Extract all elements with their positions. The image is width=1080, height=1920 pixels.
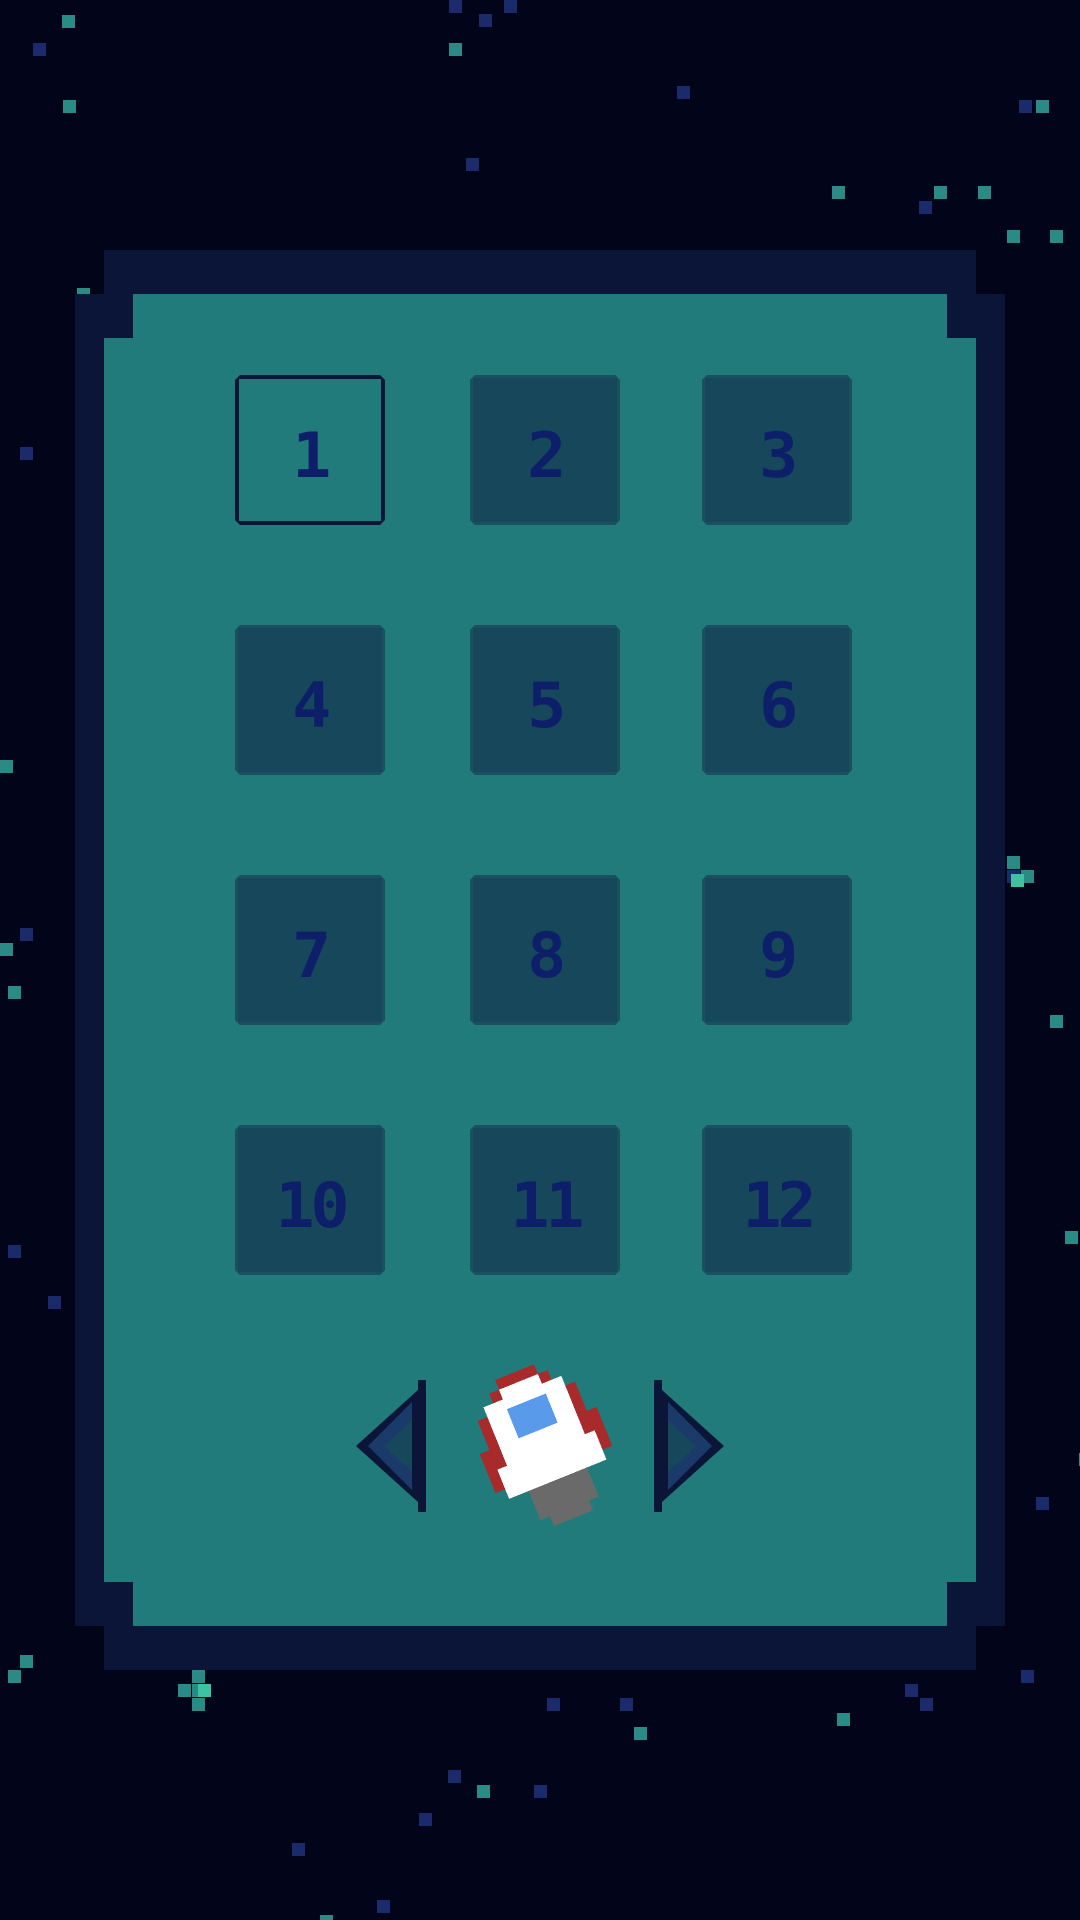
- star: [8, 986, 21, 999]
- level-number: 12: [742, 1169, 812, 1242]
- level-number: 6: [759, 669, 795, 742]
- star: [934, 186, 947, 199]
- star: [1036, 1497, 1049, 1510]
- star: [33, 43, 46, 56]
- star: [0, 760, 13, 773]
- star: [905, 1684, 918, 1697]
- star: [419, 1813, 432, 1826]
- game-screen: 1 2 3 4 5 6 7 8 9 10 11 12: [0, 0, 1080, 1920]
- star: [479, 14, 492, 27]
- arrow-right-icon: [654, 1380, 724, 1512]
- level-button-11[interactable]: 11: [470, 1125, 620, 1275]
- level-number: 9: [759, 919, 795, 992]
- star: [1019, 100, 1032, 113]
- next-ship-button[interactable]: [654, 1380, 726, 1512]
- star: [198, 1684, 211, 1697]
- star: [1021, 1670, 1034, 1683]
- star: [178, 1684, 191, 1697]
- star: [477, 1785, 490, 1798]
- level-button-7[interactable]: 7: [235, 875, 385, 1025]
- level-button-10[interactable]: 10: [235, 1125, 385, 1275]
- level-button-3[interactable]: 3: [702, 375, 852, 525]
- star: [634, 1727, 647, 1740]
- level-number: 1: [292, 419, 328, 492]
- star: [63, 100, 76, 113]
- star: [1007, 230, 1020, 243]
- star: [466, 158, 479, 171]
- star: [20, 447, 33, 460]
- star: [449, 43, 462, 56]
- star: [320, 1915, 333, 1920]
- star: [1007, 856, 1020, 869]
- level-number: 5: [527, 669, 563, 742]
- level-button-2[interactable]: 2: [470, 375, 620, 525]
- level-button-8[interactable]: 8: [470, 875, 620, 1025]
- star: [620, 1698, 633, 1711]
- level-number: 3: [759, 419, 795, 492]
- star: [978, 186, 991, 199]
- level-number: 2: [527, 419, 563, 492]
- level-button-5[interactable]: 5: [470, 625, 620, 775]
- star: [192, 1698, 205, 1711]
- rocket-ship-icon: [477, 1365, 613, 1527]
- star: [1050, 230, 1063, 243]
- level-number: 7: [292, 919, 328, 992]
- level-button-12[interactable]: 12: [702, 1125, 852, 1275]
- star: [920, 1698, 933, 1711]
- star: [534, 1785, 547, 1798]
- star: [837, 1713, 850, 1726]
- arrow-left-icon: [356, 1380, 426, 1512]
- star: [1036, 100, 1049, 113]
- star: [377, 1900, 390, 1913]
- level-number: 4: [292, 669, 328, 742]
- level-button-9[interactable]: 9: [702, 875, 852, 1025]
- star: [448, 1770, 461, 1783]
- star: [20, 1655, 33, 1668]
- star: [192, 1670, 205, 1683]
- star: [1050, 1015, 1063, 1028]
- star: [677, 86, 690, 99]
- star: [62, 15, 75, 28]
- star: [8, 1670, 21, 1683]
- star: [292, 1843, 305, 1856]
- star: [547, 1698, 560, 1711]
- star: [0, 943, 13, 956]
- level-button-1[interactable]: 1: [235, 375, 385, 525]
- star: [504, 0, 517, 13]
- level-button-6[interactable]: 6: [702, 625, 852, 775]
- star: [832, 186, 845, 199]
- star: [20, 928, 33, 941]
- star: [449, 0, 462, 13]
- prev-ship-button[interactable]: [354, 1380, 426, 1512]
- level-number: 10: [275, 1169, 345, 1242]
- star: [1011, 874, 1024, 887]
- star: [8, 1245, 21, 1258]
- level-button-4[interactable]: 4: [235, 625, 385, 775]
- level-number: 8: [527, 919, 563, 992]
- level-number: 11: [510, 1169, 580, 1242]
- star: [48, 1296, 61, 1309]
- star: [919, 201, 932, 214]
- star: [1065, 1231, 1078, 1244]
